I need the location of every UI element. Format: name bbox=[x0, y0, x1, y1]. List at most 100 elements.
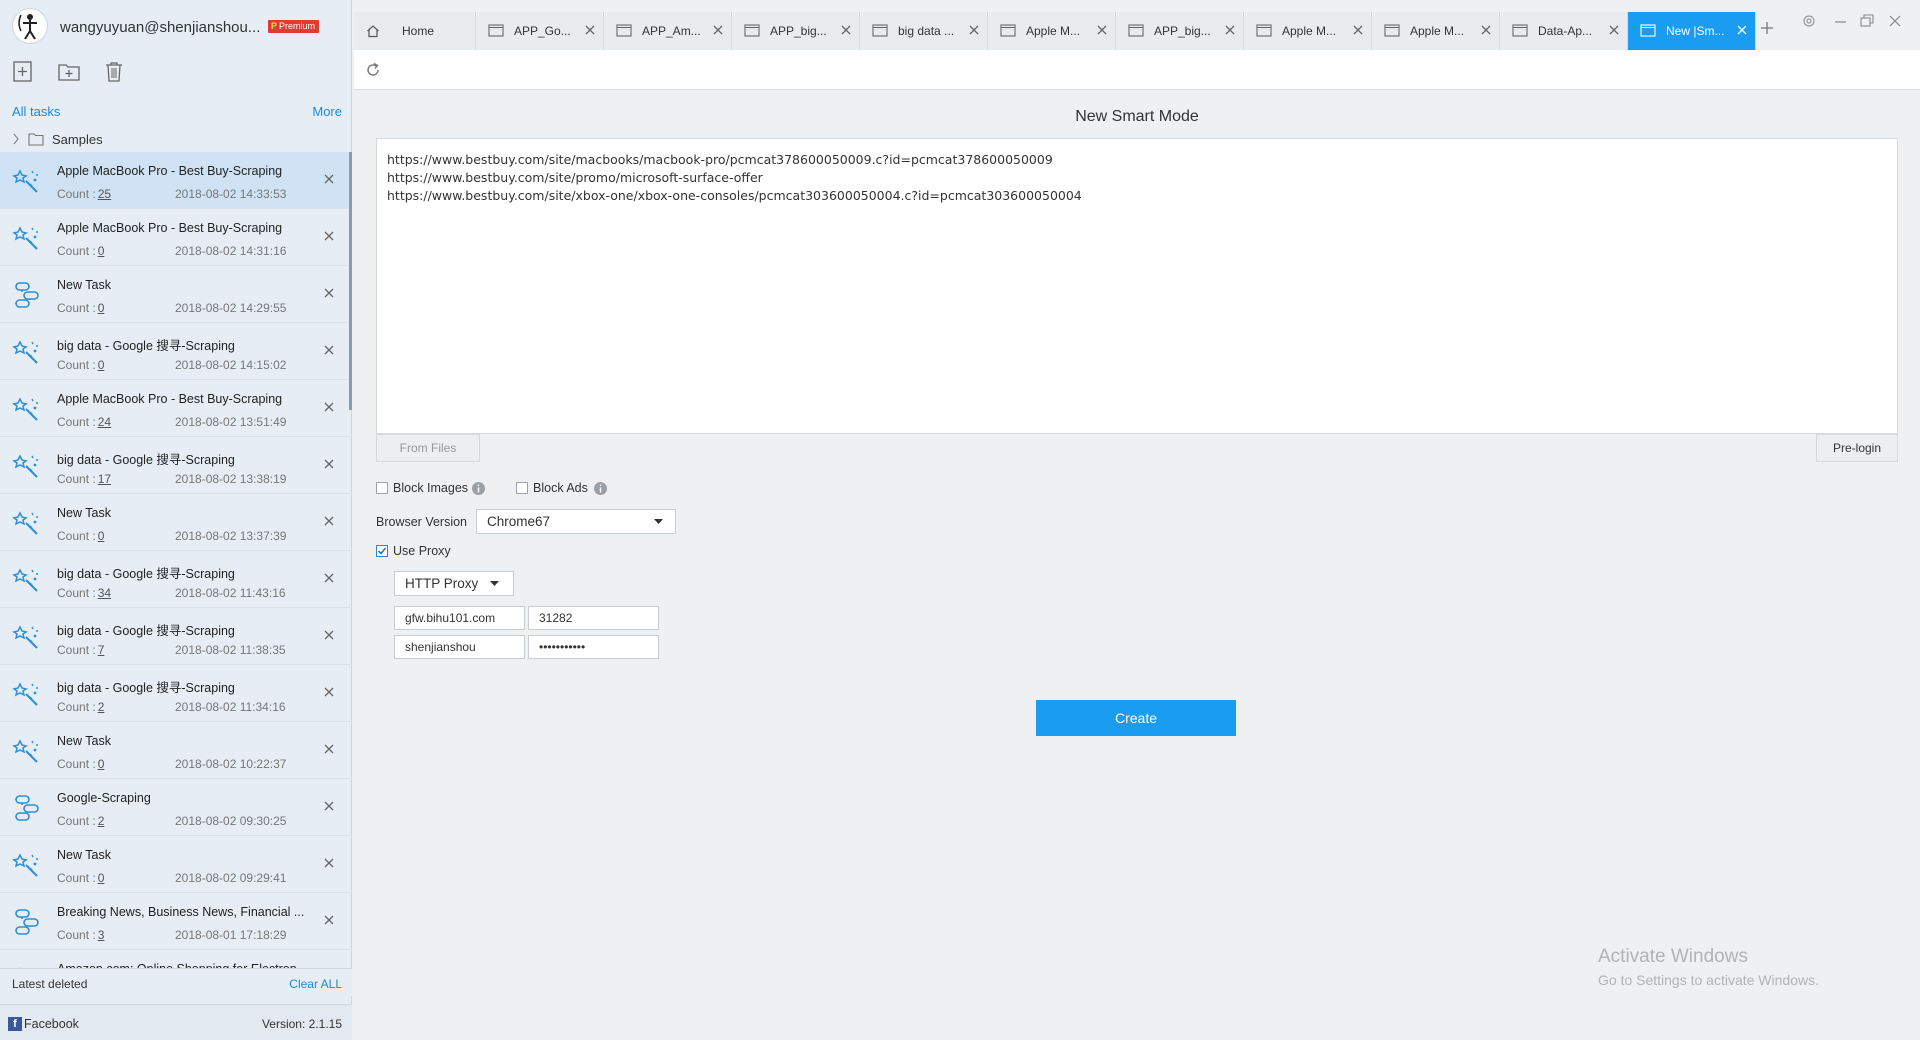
close-icon[interactable] bbox=[1353, 25, 1363, 35]
from-files-button[interactable]: From Files bbox=[376, 434, 480, 462]
proxy-password-input[interactable] bbox=[528, 635, 659, 659]
close-icon[interactable] bbox=[1481, 25, 1491, 35]
tab-page[interactable]: APP_big... bbox=[732, 12, 860, 50]
refresh-button[interactable] bbox=[364, 61, 382, 79]
task-item[interactable]: big data - Google 搜寻-Scraping Count :34 20… bbox=[0, 551, 352, 608]
close-icon[interactable] bbox=[322, 685, 336, 699]
close-icon[interactable] bbox=[1737, 25, 1747, 35]
close-icon[interactable] bbox=[969, 25, 979, 35]
close-icon[interactable] bbox=[322, 172, 336, 186]
page-icon bbox=[1000, 24, 1016, 37]
task-item[interactable]: Apple MacBook Pro - Best Buy-Scraping Cou… bbox=[0, 209, 352, 266]
task-count-value[interactable]: 3 bbox=[98, 928, 105, 942]
tab-page[interactable]: New |Sm... bbox=[1628, 12, 1756, 50]
task-item[interactable]: big data - Google 搜寻-Scraping Count :7 201… bbox=[0, 608, 352, 665]
block-images-checkbox[interactable] bbox=[376, 482, 388, 494]
new-folder-button[interactable] bbox=[56, 58, 82, 84]
tab-page[interactable]: APP_big... bbox=[1116, 12, 1244, 50]
close-icon[interactable] bbox=[713, 25, 723, 35]
task-item[interactable]: Breaking News, Business News, Financial … bbox=[0, 893, 352, 950]
tab-page[interactable]: Data-Ap... bbox=[1500, 12, 1628, 50]
use-proxy-checkbox[interactable] bbox=[376, 545, 388, 557]
proxy-host-input[interactable] bbox=[394, 606, 525, 630]
sidebar-scrollbar[interactable] bbox=[349, 152, 352, 410]
task-item[interactable]: New Task Count :0 2018-08-02 13:37:39 bbox=[0, 494, 352, 551]
delete-button[interactable] bbox=[101, 58, 127, 84]
close-icon[interactable] bbox=[1225, 25, 1235, 35]
close-icon[interactable] bbox=[322, 343, 336, 357]
close-icon[interactable] bbox=[322, 856, 336, 870]
tab-page[interactable]: APP_Am... bbox=[604, 12, 732, 50]
close-icon[interactable] bbox=[841, 25, 851, 35]
close-icon[interactable] bbox=[322, 229, 336, 243]
task-count-value[interactable]: 0 bbox=[98, 529, 105, 543]
task-date: 2018-08-02 14:15:02 bbox=[175, 358, 287, 372]
proxy-username-input[interactable] bbox=[394, 635, 525, 659]
user-email[interactable]: wangyuyuan@shenjianshou... bbox=[60, 19, 260, 36]
close-icon[interactable] bbox=[322, 742, 336, 756]
task-count-value[interactable]: 7 bbox=[98, 643, 105, 657]
task-count-value[interactable]: 2 bbox=[98, 814, 105, 828]
clear-all-button[interactable]: Clear ALL bbox=[289, 977, 342, 991]
close-window-button[interactable] bbox=[1886, 12, 1906, 32]
pre-login-button[interactable]: Pre-login bbox=[1816, 434, 1898, 462]
page-icon bbox=[1512, 24, 1528, 37]
close-icon[interactable] bbox=[322, 571, 336, 585]
close-icon[interactable] bbox=[322, 913, 336, 927]
tab-page[interactable]: Apple M... bbox=[988, 12, 1116, 50]
task-item[interactable]: big data - Google 搜寻-Scraping Count :17 20… bbox=[0, 437, 352, 494]
url-textarea[interactable]: https://www.bestbuy.com/site/macbooks/ma… bbox=[376, 138, 1898, 434]
restore-button[interactable] bbox=[1858, 12, 1878, 32]
close-icon[interactable] bbox=[322, 286, 336, 300]
proxy-port-input[interactable] bbox=[528, 606, 659, 630]
close-icon[interactable] bbox=[322, 628, 336, 642]
all-tasks-link[interactable]: All tasks bbox=[12, 104, 60, 119]
task-count-value[interactable]: 24 bbox=[98, 415, 111, 429]
task-count-value[interactable]: 2 bbox=[98, 700, 105, 714]
task-item[interactable]: big data - Google 搜寻-Scraping Count :2 201… bbox=[0, 665, 352, 722]
close-icon[interactable] bbox=[1609, 25, 1619, 35]
browser-version-select[interactable]: Chrome67 bbox=[476, 509, 676, 534]
task-item[interactable]: Google-Scraping Count :2 2018-08-02 09:30:… bbox=[0, 779, 352, 836]
task-count-value[interactable]: 0 bbox=[98, 244, 105, 258]
new-tab-button[interactable] bbox=[1760, 21, 1774, 35]
tab-home[interactable]: Home bbox=[354, 12, 476, 50]
task-item[interactable]: big data - Google 搜寻-Scraping Count :0 201… bbox=[0, 323, 352, 380]
close-icon[interactable] bbox=[585, 25, 595, 35]
task-count-value[interactable]: 0 bbox=[98, 871, 105, 885]
facebook-link[interactable]: f Facebook bbox=[8, 1016, 79, 1031]
avatar[interactable] bbox=[12, 8, 48, 44]
task-item[interactable]: New Task Count :0 2018-08-02 14:29:55 bbox=[0, 266, 352, 323]
more-link[interactable]: More bbox=[312, 104, 342, 119]
tab-page[interactable]: APP_Go... bbox=[476, 12, 604, 50]
close-icon[interactable] bbox=[322, 514, 336, 528]
task-item[interactable]: New Task Count :0 2018-08-02 10:22:37 bbox=[0, 722, 352, 779]
task-count-value[interactable]: 25 bbox=[98, 187, 111, 201]
minimize-button[interactable] bbox=[1832, 12, 1852, 32]
create-button[interactable]: Create bbox=[1036, 700, 1236, 736]
close-icon[interactable] bbox=[322, 799, 336, 813]
tab-page[interactable]: Apple M... bbox=[1372, 12, 1500, 50]
samples-folder[interactable]: Samples bbox=[0, 128, 352, 150]
info-icon[interactable] bbox=[594, 482, 607, 495]
task-item[interactable]: Amazon.com: Online Shopping for Electron bbox=[0, 950, 352, 968]
task-count-value[interactable]: 34 bbox=[98, 586, 111, 600]
close-icon[interactable] bbox=[1097, 25, 1107, 35]
close-icon[interactable] bbox=[322, 400, 336, 414]
task-count-value[interactable]: 0 bbox=[98, 757, 105, 771]
task-count-value[interactable]: 0 bbox=[98, 358, 105, 372]
proxy-type-select[interactable]: HTTP Proxy bbox=[394, 571, 514, 596]
task-count-value[interactable]: 17 bbox=[98, 472, 111, 486]
latest-deleted-label[interactable]: Latest deleted bbox=[12, 977, 87, 991]
block-ads-checkbox[interactable] bbox=[516, 482, 528, 494]
tab-page[interactable]: Apple M... bbox=[1244, 12, 1372, 50]
task-item[interactable]: Apple MacBook Pro - Best Buy-Scraping Cou… bbox=[0, 152, 352, 209]
tab-page[interactable]: big data ... bbox=[860, 12, 988, 50]
task-item[interactable]: Apple MacBook Pro - Best Buy-Scraping Cou… bbox=[0, 380, 352, 437]
close-icon[interactable] bbox=[322, 457, 336, 471]
settings-button[interactable] bbox=[1800, 12, 1820, 32]
task-count-value[interactable]: 0 bbox=[98, 301, 105, 315]
info-icon[interactable] bbox=[472, 482, 485, 495]
task-item[interactable]: New Task Count :0 2018-08-02 09:29:41 bbox=[0, 836, 352, 893]
new-task-button[interactable] bbox=[10, 58, 36, 84]
